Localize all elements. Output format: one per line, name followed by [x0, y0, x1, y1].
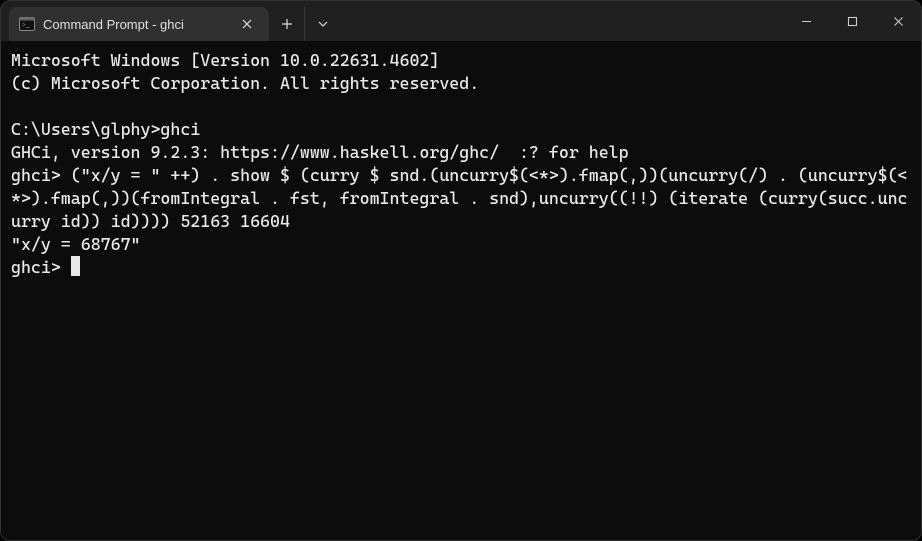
title-bar: >_ Command Prompt - ghci [1, 1, 921, 41]
terminal-line: C:\Users\glphy>ghci [11, 119, 200, 139]
terminal-window: >_ Command Prompt - ghci [0, 0, 922, 541]
cmd-icon: >_ [19, 16, 35, 32]
maximize-button[interactable] [829, 1, 875, 41]
svg-text:>_: >_ [22, 21, 30, 29]
window-controls [783, 1, 921, 41]
new-tab-button[interactable] [269, 7, 305, 41]
terminal-line: "x/y = 68767" [11, 234, 141, 254]
cursor [71, 256, 80, 276]
tab-title: Command Prompt - ghci [43, 17, 227, 32]
tab-dropdown-button[interactable] [305, 7, 341, 41]
terminal-line: Microsoft Windows [Version 10.0.22631.46… [11, 50, 439, 70]
minimize-button[interactable] [783, 1, 829, 41]
close-button[interactable] [875, 1, 921, 41]
terminal-line: GHCi, version 9.2.3: https://www.haskell… [11, 142, 629, 162]
terminal-prompt: ghci> [11, 257, 71, 277]
terminal-line: (c) Microsoft Corporation. All rights re… [11, 73, 479, 93]
tab-close-button[interactable] [235, 12, 259, 36]
tab-command-prompt[interactable]: >_ Command Prompt - ghci [9, 7, 269, 41]
terminal-line: ghci> ("x/y = " ++) . show $ (curry $ sn… [11, 165, 907, 231]
terminal-body[interactable]: Microsoft Windows [Version 10.0.22631.46… [1, 41, 921, 540]
